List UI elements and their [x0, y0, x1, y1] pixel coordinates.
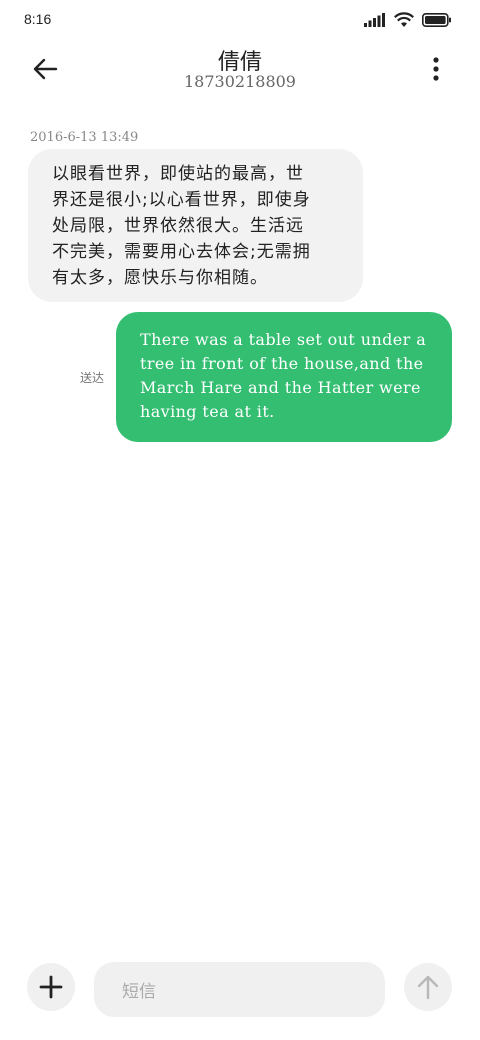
contact-number: 18730218809 [184, 72, 296, 91]
message-line: 不完美，需要用心去体会;无需拥 [52, 242, 311, 262]
message-line: tree in front of the house,and the [140, 354, 424, 373]
outgoing-message-bubble[interactable]: There was a table set out under a tree i… [116, 312, 452, 442]
sms-input[interactable]: 短信 [94, 962, 385, 1017]
add-attachment-button[interactable] [27, 963, 75, 1011]
delivery-status: 送达 [80, 371, 105, 385]
status-time: 8:16 [24, 11, 52, 27]
incoming-message-text: 以眼看世界，即使站的最高，世 界还是很小;以心看世界，即使身 处局限，世界依然很… [52, 161, 341, 291]
message-line: March Hare and the Hatter were [140, 378, 421, 397]
message-line: There was a table set out under a [140, 330, 427, 349]
outgoing-message-text: There was a table set out under a tree i… [140, 328, 434, 424]
wifi-icon [394, 12, 414, 27]
message-line: 有太多，愿快乐与你相随。 [52, 268, 268, 288]
signal-icon [364, 13, 385, 27]
send-button[interactable] [404, 963, 452, 1011]
status-bar: 8:16 [0, 0, 480, 40]
message-line: 以眼看世界，即使站的最高，世 [52, 164, 304, 184]
conversation-header: 倩倩 18730218809 [0, 40, 480, 100]
sms-input-placeholder: 短信 [122, 982, 156, 1002]
message-timestamp: 2016-6-13 13:49 [30, 130, 139, 145]
arrow-up-icon [417, 975, 439, 1000]
more-vertical-icon [433, 57, 439, 81]
message-line: 处局限，世界依然很大。生活远 [52, 216, 304, 236]
incoming-message-bubble[interactable]: 以眼看世界，即使站的最高，世 界还是很小;以心看世界，即使身 处局限，世界依然很… [28, 149, 363, 302]
message-line: having tea at it. [140, 402, 275, 421]
plus-icon [39, 975, 63, 999]
message-line: 界还是很小;以心看世界，即使身 [52, 190, 311, 210]
more-options-button[interactable] [428, 56, 444, 82]
battery-icon [422, 13, 451, 27]
status-icons [364, 12, 452, 28]
